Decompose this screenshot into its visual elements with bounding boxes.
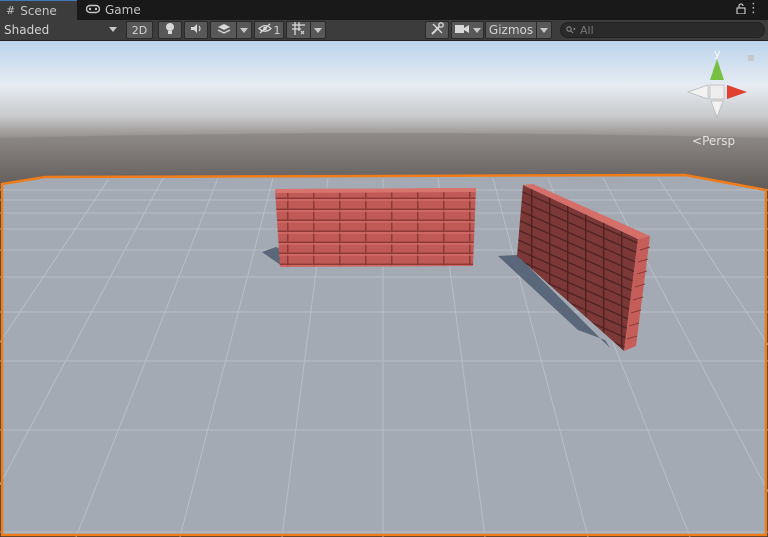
more-options-icon[interactable]: ⋮ xyxy=(747,2,760,16)
hidden-count: 1 xyxy=(273,23,281,37)
tab-scene-label: Scene xyxy=(20,3,57,18)
sky xyxy=(0,41,768,141)
projection-toggle[interactable]: <Persp xyxy=(692,134,735,148)
speaker-icon xyxy=(190,23,203,37)
chevron-left-icon: < xyxy=(692,134,703,148)
gizmo-lock-indicator xyxy=(748,55,754,61)
grid-toggle-button[interactable] xyxy=(286,21,310,39)
search-input[interactable] xyxy=(580,23,750,37)
grid-icon: # xyxy=(6,4,16,17)
grid-dropdown-button[interactable] xyxy=(310,21,326,39)
chevron-down-icon xyxy=(472,27,481,33)
chevron-down-icon xyxy=(314,27,322,33)
audio-toggle-button[interactable] xyxy=(184,21,208,39)
scene-viewport[interactable]: y <Persp xyxy=(0,41,768,537)
tab-game-label: Game xyxy=(105,3,141,17)
scene-toolbar: Shaded 2D 1 Gizmos All xyxy=(0,20,768,41)
search-icon xyxy=(566,24,576,37)
chevron-down-icon xyxy=(240,27,248,33)
gizmo-y-label: y xyxy=(714,47,721,60)
tab-game[interactable]: Game xyxy=(80,0,150,20)
scene-render: y xyxy=(0,41,768,537)
editor-tab-bar: # Scene Game ⋮ xyxy=(0,0,768,20)
eye-slash-icon xyxy=(257,23,272,37)
hidden-objects-toggle-button[interactable]: 1 xyxy=(254,21,284,39)
gizmos-button[interactable]: Gizmos xyxy=(485,21,536,39)
chevron-down-icon xyxy=(540,27,548,33)
effects-toggle-button[interactable] xyxy=(210,21,236,39)
grid-snap-icon xyxy=(292,22,305,38)
camera-settings-button[interactable] xyxy=(451,21,484,39)
gizmo-center-cube[interactable] xyxy=(709,84,725,100)
gizmos-dropdown-button[interactable] xyxy=(536,21,552,39)
brick-wall-front xyxy=(275,188,476,267)
gamepad-icon xyxy=(85,4,101,17)
draw-mode-label: Shaded xyxy=(4,23,50,37)
camera-icon xyxy=(454,23,469,37)
tool-settings-button[interactable] xyxy=(425,21,449,39)
tools-icon xyxy=(430,22,444,38)
lighting-toggle-button[interactable] xyxy=(158,21,182,39)
projection-label: Persp xyxy=(702,134,736,148)
draw-mode-dropdown[interactable]: Shaded xyxy=(1,21,121,39)
lock-icon[interactable] xyxy=(736,3,746,17)
lightbulb-icon xyxy=(165,22,175,38)
hierarchy-search-box[interactable] xyxy=(560,22,765,38)
chevron-down-icon xyxy=(109,27,117,32)
toggle-2d-button[interactable]: 2D xyxy=(126,21,153,39)
effects-layers-icon xyxy=(217,23,231,38)
tab-scene[interactable]: # Scene xyxy=(0,0,77,20)
effects-dropdown-button[interactable] xyxy=(236,21,252,39)
